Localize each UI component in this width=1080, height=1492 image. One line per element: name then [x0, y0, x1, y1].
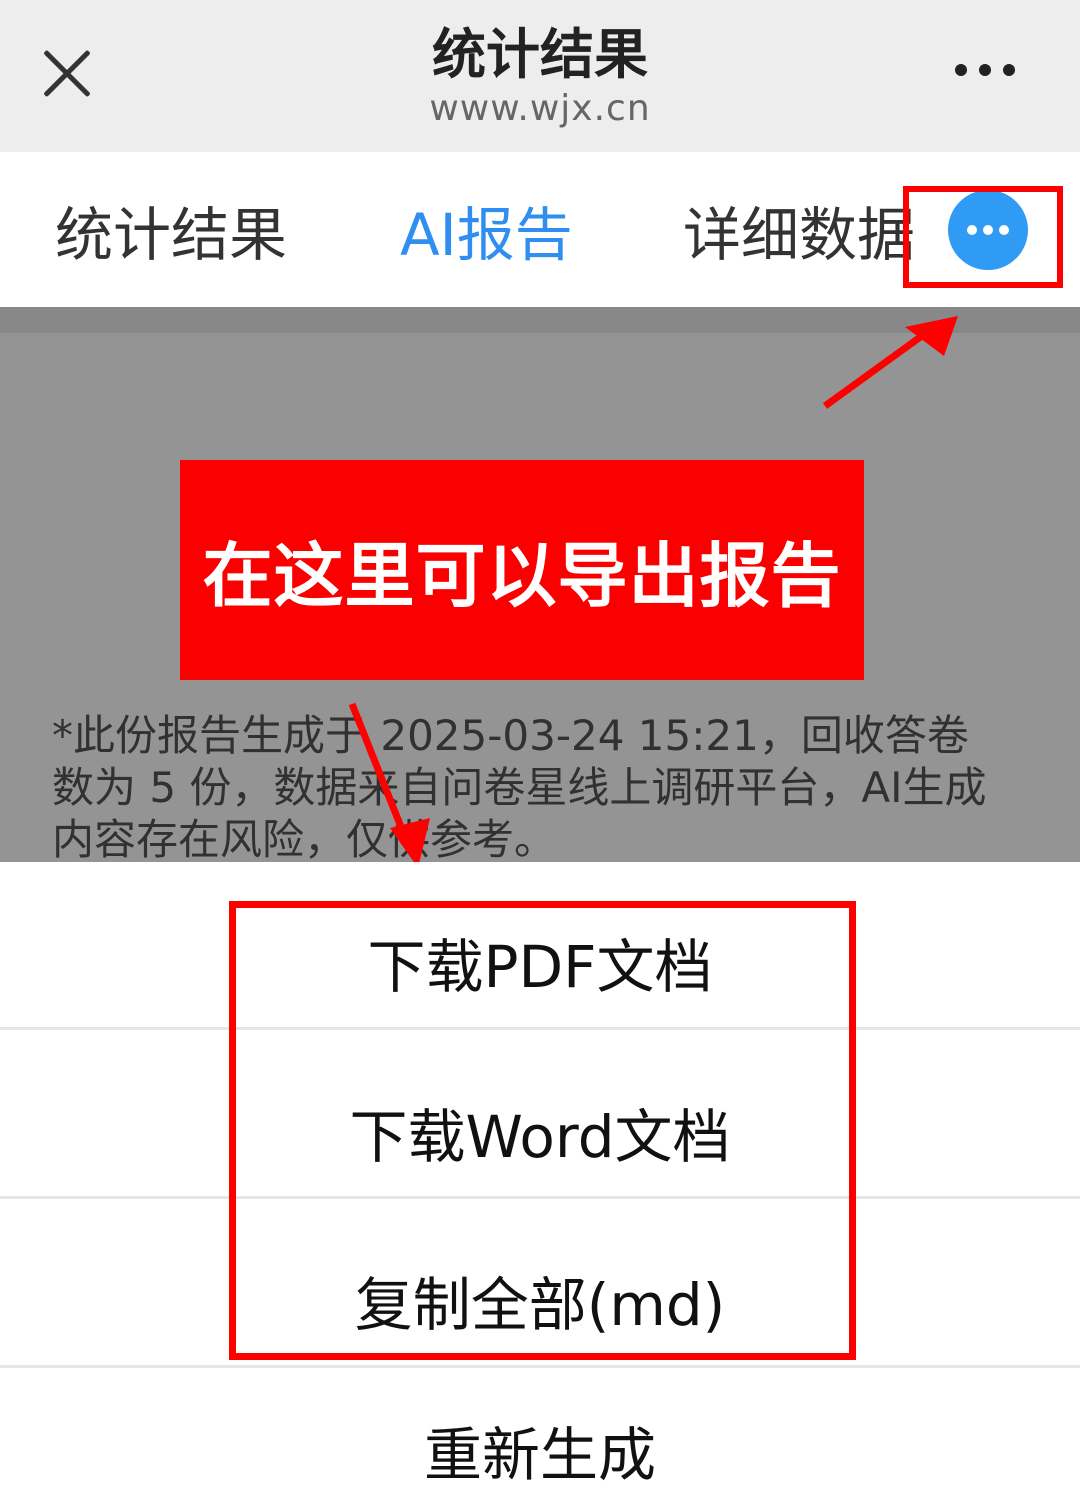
- overlay-strip: [0, 307, 1080, 333]
- annotation-banner: 在这里可以导出报告: [180, 460, 864, 680]
- divider: [0, 1365, 1080, 1368]
- tab-detailed-data[interactable]: 详细数据: [683, 188, 915, 272]
- regenerate-button[interactable]: 重新生成: [0, 1408, 1080, 1492]
- page-url: www.wjx.cn: [429, 88, 651, 129]
- tab-statistics[interactable]: 统计结果: [55, 188, 287, 272]
- annotation-banner-text: 在这里可以导出报告: [202, 534, 842, 617]
- dot-icon: [979, 64, 991, 76]
- page-title: 统计结果: [432, 23, 648, 86]
- highlight-box-export-options: [229, 901, 856, 1360]
- more-horizontal-icon[interactable]: [945, 40, 1025, 100]
- dot-icon: [955, 64, 967, 76]
- dot-icon: [1003, 64, 1015, 76]
- highlight-box-more: [903, 186, 1063, 288]
- close-icon[interactable]: [30, 36, 104, 110]
- tab-ai-report[interactable]: AI报告: [400, 188, 573, 272]
